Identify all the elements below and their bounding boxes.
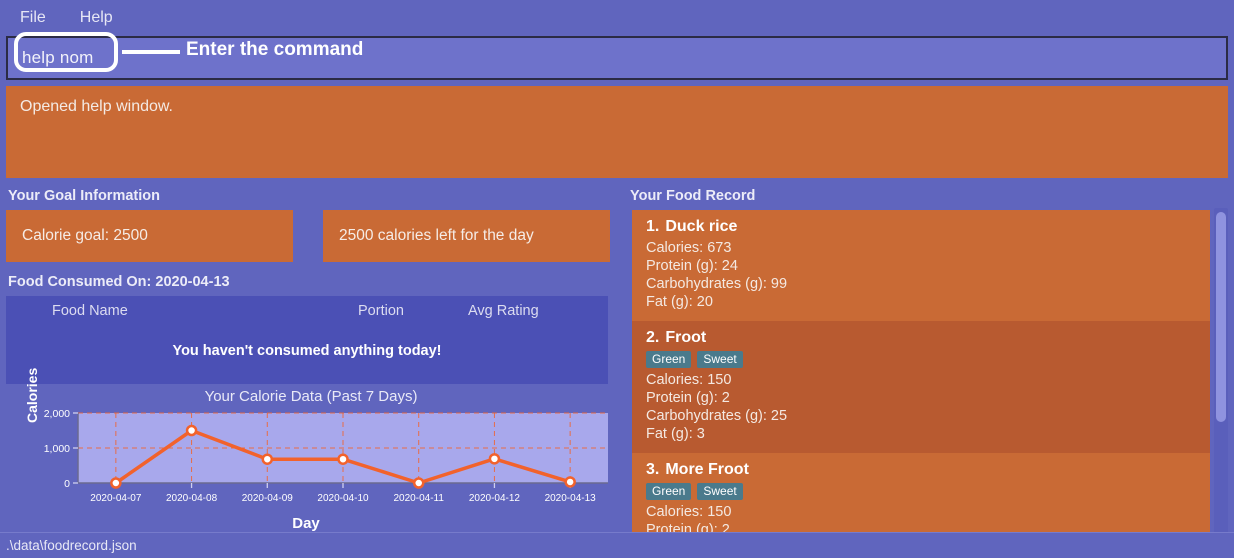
scrollbar-thumb[interactable] xyxy=(1216,212,1226,422)
command-input-value: help nom xyxy=(22,48,94,67)
food-card-tag-row: Green Sweet xyxy=(646,350,1196,371)
empty-state-message: You haven't consumed anything today! xyxy=(172,343,442,359)
chart-y-tick-label: 2,000 xyxy=(44,408,70,420)
result-message: Opened help window. xyxy=(20,98,173,115)
food-card-calories: Calories: 673 xyxy=(646,240,732,256)
food-card-calories: Calories: 150 xyxy=(646,372,732,388)
food-card-name: Froot xyxy=(665,329,707,346)
food-card-name: Duck rice xyxy=(665,218,738,235)
chart-x-tick-label: 2020-04-12 xyxy=(469,493,521,504)
chart-x-tick-label: 2020-04-09 xyxy=(242,493,294,504)
chart-svg: 0 1,000 2,000 2020-04-07 2020-04-08 2020-04-0… xyxy=(44,408,608,504)
command-area: help nom Enter the command xyxy=(0,32,1234,82)
calorie-chart: Your Calorie Data (Past 7 Days) Calories… xyxy=(6,368,616,532)
right-panel: Your Food Record 1. Duck rice Calories: 67… xyxy=(620,186,1234,536)
main-content: Your Goal Information Calorie goal: 2500… xyxy=(0,186,1234,536)
chart-x-tick-label: 2020-04-11 xyxy=(394,493,445,504)
chart-y-tick-label: 1,000 xyxy=(44,443,70,455)
food-tag: Green xyxy=(646,483,692,500)
column-header-avg-rating: Avg Rating xyxy=(468,303,539,319)
result-area: Opened help window. xyxy=(0,82,1234,178)
calorie-goal-card: Calorie goal: 2500 xyxy=(6,210,293,262)
food-card-carbs: Carbohydrates (g): 99 xyxy=(646,276,788,292)
chart-data-point[interactable] xyxy=(110,477,122,489)
column-header-food-name: Food Name xyxy=(52,303,128,319)
food-record-card[interactable]: 3. More Froot Green Sweet Calories: 150 Prote… xyxy=(632,453,1210,535)
chart-x-tick-label: 2020-04-13 xyxy=(545,493,597,504)
food-consumed-table: Food Name Portion Avg Rating You haven't… xyxy=(6,296,608,384)
food-record-section-title: Your Food Record xyxy=(630,188,756,204)
food-record-card[interactable]: 1. Duck rice Calories: 673 Protein (g): 24 C… xyxy=(632,210,1210,321)
food-consumed-title: Food Consumed On: 2020-04-13 xyxy=(8,274,230,290)
menu-item-help[interactable]: Help xyxy=(76,7,117,29)
food-card-fat: Fat (g): 20 xyxy=(646,294,713,310)
chart-data-point[interactable] xyxy=(185,424,198,437)
food-card-carbs: Carbohydrates (g): 25 xyxy=(646,408,788,424)
result-display: Opened help window. xyxy=(6,86,1228,178)
food-card-protein: Protein (g): 2 xyxy=(646,390,730,406)
chart-x-axis-label: Day xyxy=(292,515,320,532)
annotation-leader-line xyxy=(122,50,180,54)
chart-x-tick-label: 2020-04-08 xyxy=(166,493,218,504)
food-record-card[interactable]: 2. Froot Green Sweet Calories: 150 Protein (g… xyxy=(632,321,1210,453)
food-card-protein: Protein (g): 24 xyxy=(646,258,738,274)
chart-title: Your Calorie Data (Past 7 Days) xyxy=(204,388,418,405)
command-input[interactable]: help nom Enter the command xyxy=(6,32,1228,80)
column-header-portion: Portion xyxy=(358,303,404,319)
chart-data-point[interactable] xyxy=(261,453,274,465)
menu-bar: File Help xyxy=(0,0,1234,36)
food-card-fat: Fat (g): 3 xyxy=(646,426,705,442)
food-card-index: 2. xyxy=(646,329,660,346)
food-record-scrollbar[interactable] xyxy=(1214,208,1228,533)
chart-x-tick-label: 2020-04-10 xyxy=(317,493,369,504)
chart-data-point[interactable] xyxy=(488,453,501,465)
food-card-index: 1. xyxy=(646,218,660,235)
chart-y-tick-label: 0 xyxy=(64,478,70,490)
goal-cards-row: Calorie goal: 2500 2500 calories left fo… xyxy=(6,210,610,262)
menu-item-file[interactable]: File xyxy=(16,7,50,29)
table-header-row: Food Name Portion Avg Rating xyxy=(6,296,608,319)
food-tag: Sweet xyxy=(697,351,743,368)
food-tag: Sweet xyxy=(697,483,743,500)
food-tag: Green xyxy=(646,351,692,368)
chart-data-point[interactable] xyxy=(564,476,576,488)
chart-data-point[interactable] xyxy=(412,477,425,489)
status-file-path: .\data\foodrecord.json xyxy=(6,538,137,553)
status-bar: .\data\foodrecord.json xyxy=(0,532,1234,558)
calories-left-card: 2500 calories left for the day xyxy=(323,210,610,262)
food-card-title: 1. Duck rice xyxy=(646,218,1196,239)
chart-x-tick-label: 2020-04-07 xyxy=(90,493,142,504)
food-card-calories: Calories: 150 xyxy=(646,504,732,520)
food-card-name: More Froot xyxy=(665,461,749,478)
food-card-title: 2. Froot xyxy=(646,329,1196,350)
chart-plot-body: Calories 0 1,000 2,000 2020-04-07 2020-04-08… xyxy=(6,368,616,515)
goal-section-title: Your Goal Information xyxy=(8,188,160,204)
food-card-tag-row: Green Sweet xyxy=(646,482,1196,503)
annotation-label: Enter the command xyxy=(186,39,364,60)
food-record-list[interactable]: 1. Duck rice Calories: 673 Protein (g): 24 C… xyxy=(632,210,1210,535)
left-panel: Your Goal Information Calorie goal: 2500… xyxy=(0,186,620,536)
food-card-title: 3. More Froot xyxy=(646,461,1196,482)
chart-data-point[interactable] xyxy=(337,453,349,465)
food-card-index: 3. xyxy=(646,461,660,478)
